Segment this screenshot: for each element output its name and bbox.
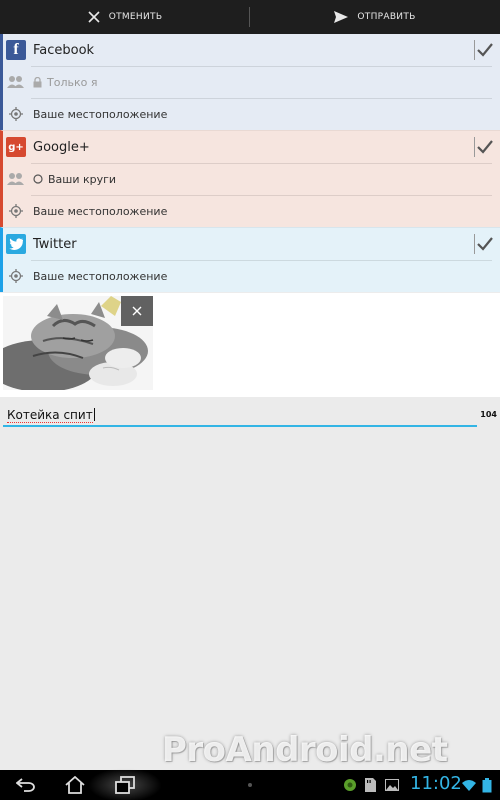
action-divider bbox=[249, 7, 250, 27]
check-icon bbox=[476, 43, 493, 57]
lock-icon bbox=[33, 76, 42, 88]
back-icon bbox=[16, 778, 35, 792]
network-header-facebook[interactable]: f Facebook bbox=[3, 34, 500, 66]
wifi-icon bbox=[462, 777, 476, 793]
audience-label: Ваши круги bbox=[48, 172, 117, 186]
network-twitter: Twitter Ваше местоположение bbox=[0, 227, 500, 292]
back-button[interactable] bbox=[14, 774, 38, 796]
recent-apps-button[interactable] bbox=[112, 774, 138, 796]
clock: 11:02 bbox=[410, 773, 462, 794]
message-input[interactable]: Котейка спит bbox=[7, 408, 95, 423]
remove-photo-button[interactable] bbox=[121, 296, 153, 326]
network-googleplus: g+ Google+ Ваши круги Ваше местоположени… bbox=[0, 130, 500, 227]
cancel-label: ОТМЕНИТЬ bbox=[108, 12, 163, 22]
gallery-icon bbox=[385, 777, 399, 793]
audience-row-facebook[interactable]: Только я bbox=[3, 66, 500, 98]
network-name: Twitter bbox=[33, 236, 77, 252]
android-icon bbox=[343, 777, 357, 793]
check-icon bbox=[476, 140, 493, 154]
cancel-button[interactable]: ОТМЕНИТЬ bbox=[0, 0, 250, 34]
send-icon bbox=[334, 11, 349, 23]
sdcard-icon bbox=[365, 777, 376, 793]
network-name: Google+ bbox=[33, 139, 90, 155]
share-networks: f Facebook Только я Ваше местоположение bbox=[0, 34, 500, 292]
location-label: Ваше местоположение bbox=[33, 269, 168, 283]
send-button[interactable]: ОТПРАВИТЬ bbox=[250, 0, 500, 34]
compose-area: Котейка спит 104 ProAndroid.net bbox=[0, 397, 500, 770]
recent-apps-icon bbox=[115, 776, 135, 794]
network-facebook: f Facebook Только я Ваше местоположение bbox=[0, 34, 500, 130]
location-icon bbox=[6, 204, 26, 218]
close-icon bbox=[132, 306, 142, 316]
battery-icon bbox=[482, 777, 492, 793]
audience-label: Только я bbox=[47, 75, 98, 89]
circle-icon bbox=[33, 174, 43, 184]
home-button[interactable] bbox=[62, 774, 88, 796]
people-icon bbox=[6, 75, 26, 89]
network-name: Facebook bbox=[33, 42, 95, 58]
attachment-area bbox=[0, 293, 500, 397]
nav-indicator-dot bbox=[248, 783, 252, 787]
network-header-googleplus[interactable]: g+ Google+ bbox=[3, 131, 500, 163]
close-icon bbox=[88, 11, 100, 23]
location-label: Ваше местоположение bbox=[33, 204, 168, 218]
action-bar: ОТМЕНИТЬ ОТПРАВИТЬ bbox=[0, 0, 500, 34]
people-icon bbox=[6, 172, 26, 186]
twitter-checkbox[interactable] bbox=[474, 234, 494, 254]
input-underline bbox=[3, 425, 477, 427]
googleplus-logo-icon: g+ bbox=[6, 137, 26, 157]
location-icon bbox=[6, 107, 26, 121]
facebook-checkbox[interactable] bbox=[474, 40, 494, 60]
text-caret bbox=[93, 408, 95, 421]
message-text: Котейка спит bbox=[7, 408, 93, 423]
twitter-logo-icon bbox=[6, 234, 26, 254]
char-counter: 104 bbox=[480, 410, 497, 419]
location-label: Ваше местоположение bbox=[33, 107, 168, 121]
audience-row-googleplus[interactable]: Ваши круги bbox=[3, 163, 500, 195]
location-row-facebook[interactable]: Ваше местоположение bbox=[3, 98, 500, 130]
system-navbar: 11:02 bbox=[0, 768, 500, 800]
check-icon bbox=[476, 237, 493, 251]
googleplus-checkbox[interactable] bbox=[474, 137, 494, 157]
location-icon bbox=[6, 269, 26, 283]
watermark: ProAndroid.net bbox=[162, 730, 448, 770]
facebook-logo-icon: f bbox=[6, 40, 26, 60]
location-row-twitter[interactable]: Ваше местоположение bbox=[3, 260, 500, 292]
location-row-googleplus[interactable]: Ваше местоположение bbox=[3, 195, 500, 227]
network-header-twitter[interactable]: Twitter bbox=[3, 228, 500, 260]
home-icon bbox=[65, 776, 85, 794]
send-label: ОТПРАВИТЬ bbox=[357, 12, 416, 22]
